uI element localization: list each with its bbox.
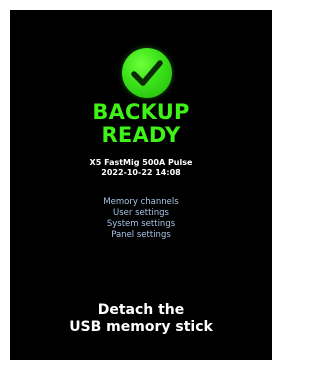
status-line-2: READY xyxy=(101,123,181,147)
backup-contents-list: Memory channels User settings System set… xyxy=(10,197,272,241)
device-model: X5 FastMig 500A Pulse xyxy=(89,158,193,167)
instruction-text: Detach the USB memory stick xyxy=(10,302,272,336)
status-title: BACKUP READY xyxy=(10,101,272,147)
device-datetime: 2022-10-22 14:08 xyxy=(101,168,181,177)
instruction-line-2: USB memory stick xyxy=(69,319,213,335)
instruction-line-1: Detach the xyxy=(97,302,185,318)
device-screen: BACKUP READY X5 FastMig 500A Pulse 2022-… xyxy=(10,10,272,360)
backup-item-system-settings: System settings xyxy=(106,219,176,229)
status-line-1: BACKUP xyxy=(92,100,190,124)
backup-item-user-settings: User settings xyxy=(113,208,169,218)
backup-item-memory-channels: Memory channels xyxy=(103,197,179,207)
device-info: X5 FastMig 500A Pulse 2022-10-22 14:08 xyxy=(10,158,272,178)
check-circle-icon xyxy=(122,48,172,98)
backup-item-panel-settings: Panel settings xyxy=(111,230,171,240)
